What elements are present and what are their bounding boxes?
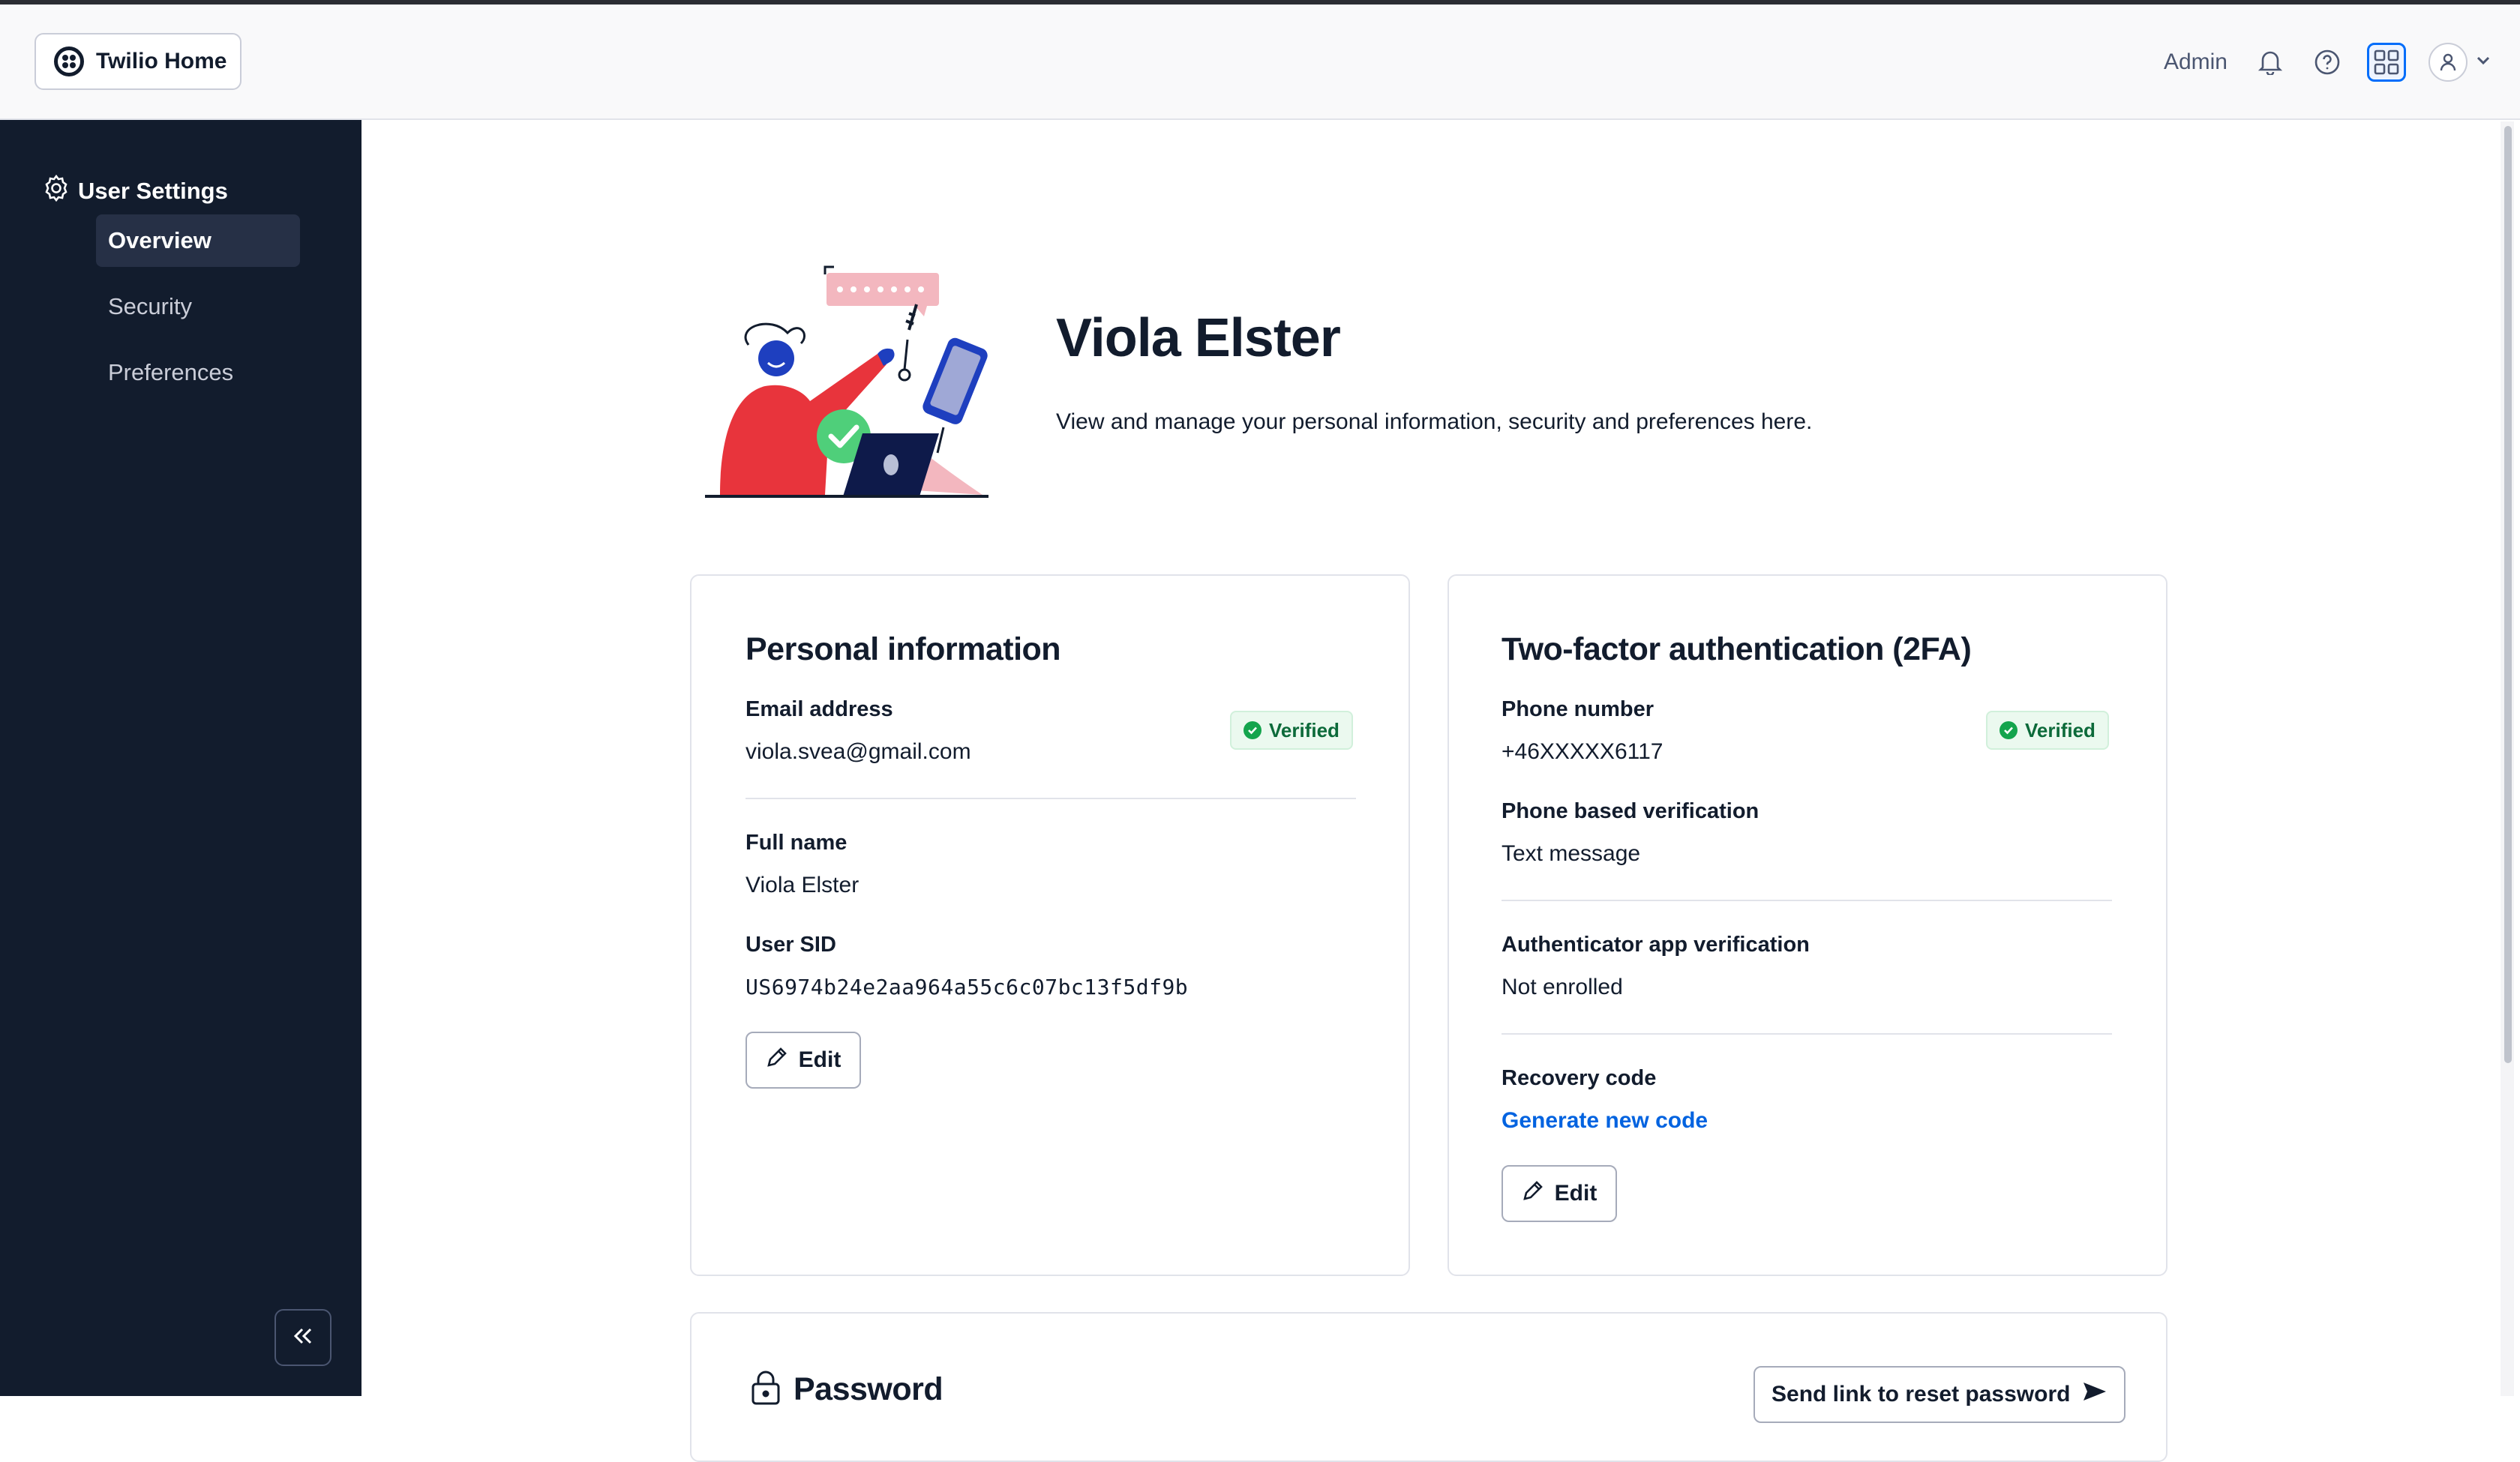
check-circle-icon — [1244, 721, 1262, 739]
pencil-icon — [766, 1046, 788, 1074]
generate-new-code-link[interactable]: Generate new code — [1502, 1108, 1708, 1134]
double-chevron-left-icon — [292, 1327, 314, 1349]
chevron-down-icon[interactable] — [2476, 55, 2490, 69]
sidebar-item-label: Security — [108, 293, 192, 319]
user-menu[interactable] — [2428, 43, 2490, 82]
email-value: viola.svea@gmail.com — [746, 739, 971, 764]
divider — [1502, 900, 2112, 901]
sidebar-title: User Settings — [78, 178, 228, 204]
pencil-icon — [1522, 1179, 1544, 1208]
sidebar-heading: User Settings — [42, 174, 228, 208]
user-sid-label: User SID — [746, 933, 836, 957]
user-settings-illustration — [690, 262, 998, 502]
phone-verification-label: Phone based verification — [1502, 799, 1760, 823]
two-factor-edit-button[interactable]: Edit — [1502, 1165, 1617, 1222]
sidebar-item-security[interactable]: Security — [96, 280, 300, 333]
bell-icon[interactable] — [2253, 45, 2288, 79]
phone-number-label: Phone number — [1502, 697, 1654, 721]
phone-number-value: +46XXXXX6117 — [1502, 739, 1664, 764]
home-button-label: Twilio Home — [96, 49, 227, 73]
recovery-code-label: Recovery code — [1502, 1066, 1657, 1090]
collapse-sidebar-button[interactable] — [274, 1309, 332, 1366]
twilio-logo-icon — [54, 46, 84, 76]
password-header: Password — [748, 1369, 944, 1410]
phone-verified-badge: Verified — [1986, 711, 2109, 750]
user-sid-value: US6974b24e2aa964a55c6c07bc13f5df9b — [746, 975, 1189, 999]
check-circle-icon — [2000, 721, 2018, 739]
lock-icon — [748, 1369, 783, 1410]
authenticator-app-label: Authenticator app verification — [1502, 933, 1810, 957]
sidebar-item-label: Overview — [108, 227, 212, 253]
page-subtitle: View and manage your personal informatio… — [1056, 409, 1813, 434]
gear-icon — [42, 174, 70, 208]
top-bar-actions: Admin — [2164, 4, 2490, 120]
phone-verification-value: Text message — [1502, 841, 1641, 866]
edit-label: Edit — [798, 1047, 842, 1072]
twilio-home-button[interactable]: Twilio Home — [34, 33, 242, 90]
two-factor-title: Two-factor authentication (2FA) — [1502, 631, 1972, 667]
sidebar-item-overview[interactable]: Overview — [96, 214, 300, 267]
top-bar: Twilio Home — [0, 4, 2520, 120]
personal-information-card — [690, 574, 1410, 1276]
user-avatar-icon[interactable] — [2428, 43, 2468, 82]
send-reset-link-button[interactable]: Send link to reset password — [1754, 1366, 2126, 1423]
sidebar-item-label: Preferences — [108, 359, 234, 385]
password-title: Password — [794, 1371, 944, 1407]
reset-button-label: Send link to reset password — [1772, 1382, 2071, 1407]
sidebar: User Settings Overview Security Preferen… — [0, 120, 362, 1396]
help-icon[interactable] — [2310, 45, 2344, 79]
sidebar-item-preferences[interactable]: Preferences — [96, 346, 300, 399]
email-verified-badge: Verified — [1230, 711, 1353, 750]
badge-label: Verified — [2025, 718, 2096, 741]
apps-grid-icon[interactable] — [2367, 43, 2406, 82]
badge-label: Verified — [1269, 718, 1340, 741]
personal-information-title: Personal information — [746, 631, 1061, 667]
edit-label: Edit — [1554, 1181, 1598, 1206]
email-label: Email address — [746, 697, 893, 721]
full-name-label: Full name — [746, 831, 848, 855]
account-name[interactable]: Admin — [2164, 49, 2228, 75]
personal-info-edit-button[interactable]: Edit — [746, 1032, 861, 1089]
page-title: Viola Elster — [1056, 308, 1341, 368]
full-name-value: Viola Elster — [746, 873, 860, 897]
send-arrow-icon — [2082, 1381, 2108, 1408]
authenticator-app-value: Not enrolled — [1502, 975, 1623, 999]
divider — [1502, 1033, 2112, 1035]
divider — [746, 798, 1356, 799]
scrollbar-thumb[interactable] — [2504, 126, 2512, 1063]
